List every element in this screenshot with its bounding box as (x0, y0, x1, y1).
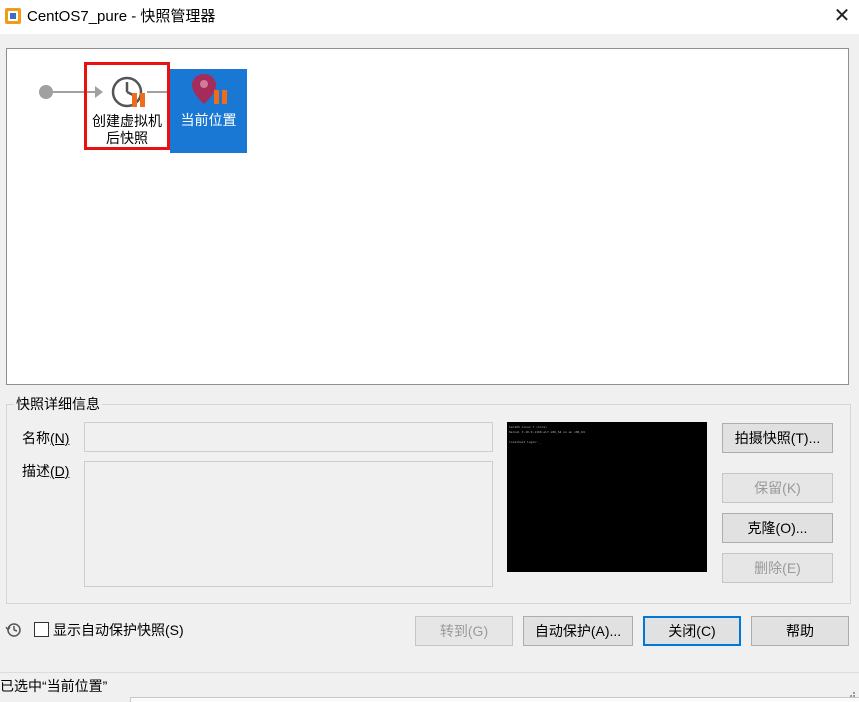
snapshot-tree[interactable]: 创建虚拟机 后快照 当前位置 (6, 48, 849, 385)
snapshot-details-title: 快照详细信息 (14, 395, 102, 413)
help-button[interactable]: 帮助 (751, 616, 849, 646)
history-clock-icon (5, 623, 21, 637)
autoprotect-button[interactable]: 自动保护(A)... (523, 616, 633, 646)
vmware-workstation-icon (5, 8, 21, 24)
description-label: 描述(D) (22, 462, 69, 480)
keep-button[interactable]: 保留(K) (722, 473, 833, 503)
snapshot-clock-icon (111, 76, 145, 108)
description-field[interactable] (84, 461, 493, 587)
description-label-text: 描述 (22, 463, 50, 479)
window-title: CentOS7_pure - 快照管理器 (27, 8, 216, 25)
name-label-text: 名称 (22, 430, 50, 446)
current-location-node[interactable]: 当前位置 (170, 69, 247, 153)
snapshot-label-line2: 后快照 (106, 130, 148, 146)
current-location-label: 当前位置 (180, 112, 237, 128)
title-bar: CentOS7_pure - 快照管理器 ✕ (0, 0, 859, 34)
background-window-edge (130, 697, 859, 702)
clone-button[interactable]: 克隆(O)... (722, 513, 833, 543)
snapshot-node-created[interactable]: 创建虚拟机 后快照 (84, 62, 170, 150)
root-node-icon (39, 85, 53, 99)
snapshot-thumbnail: CentOS Linux 7 (Core) Kernel 3.10.0-1160… (507, 422, 707, 572)
delete-button[interactable]: 删除(E) (722, 553, 833, 583)
name-label-mnemonic: (N) (50, 430, 70, 446)
take-snapshot-button[interactable]: 拍摄快照(T)... (722, 423, 833, 453)
thumbnail-console-text: CentOS Linux 7 (Core) Kernel 3.10.0-1160… (509, 425, 585, 444)
goto-button[interactable]: 转到(G) (415, 616, 513, 646)
show-autoprotect-checkbox[interactable] (34, 622, 49, 637)
current-location-pin-icon (192, 74, 227, 104)
name-label: 名称(N) (22, 429, 69, 447)
name-field[interactable] (84, 422, 493, 452)
resize-grip-icon[interactable] (846, 688, 856, 698)
status-text: 已选中“当前位置” (0, 678, 108, 694)
description-label-mnemonic: (D) (50, 463, 70, 479)
snapshot-label-line1: 创建虚拟机 (92, 113, 162, 129)
snapshot-label: 创建虚拟机 后快照 (87, 113, 167, 147)
close-icon[interactable]: ✕ (829, 3, 855, 29)
close-button[interactable]: 关闭(C) (643, 616, 741, 646)
show-autoprotect-label[interactable]: 显示自动保护快照(S) (53, 621, 184, 639)
